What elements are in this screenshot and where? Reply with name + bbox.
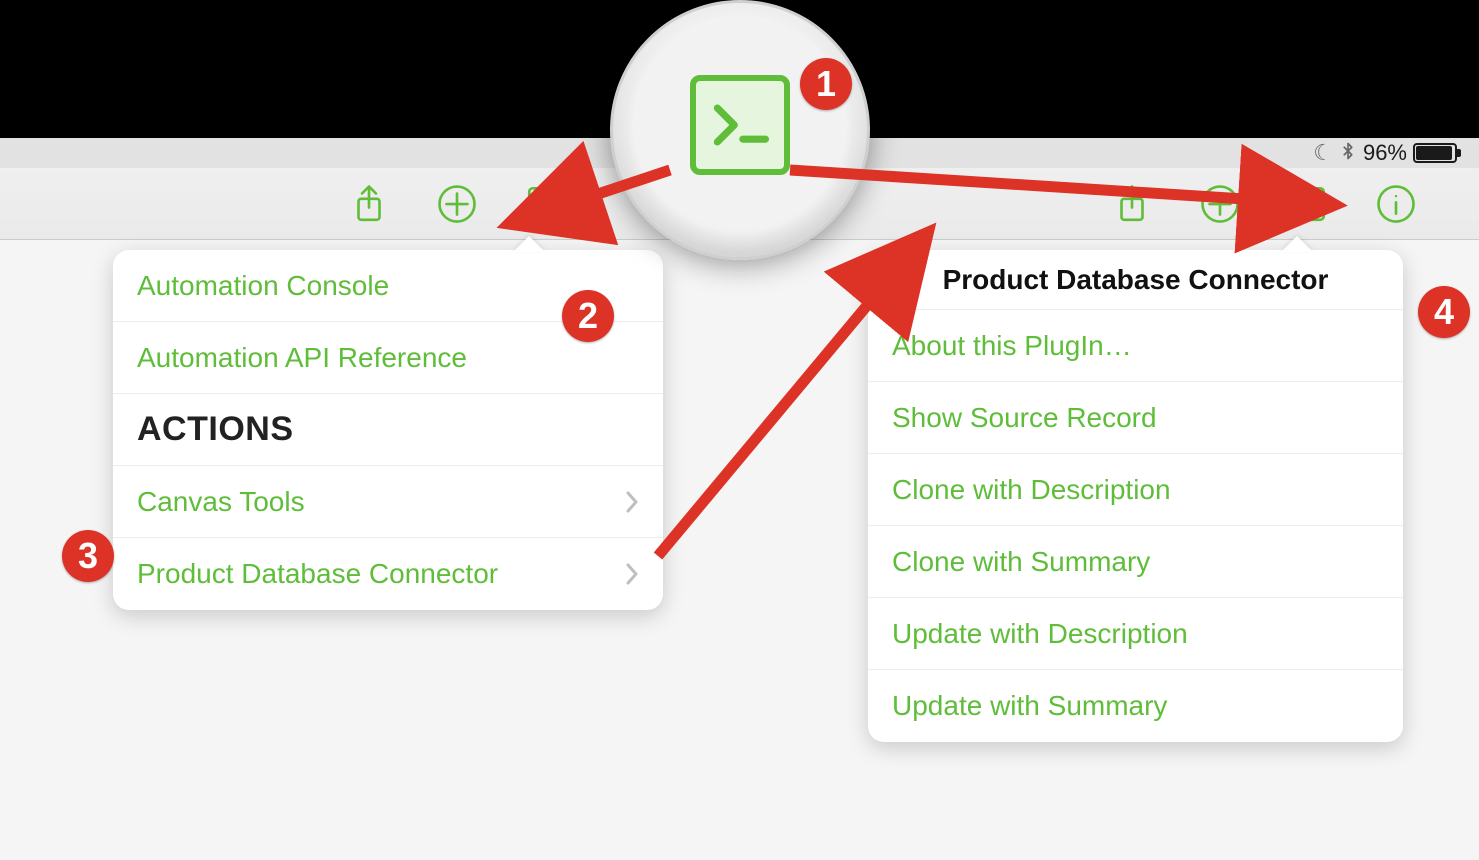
share-icon[interactable] xyxy=(348,183,390,225)
status-right: ☾ 96% xyxy=(1313,140,1457,166)
menu-item-label: Canvas Tools xyxy=(137,486,305,518)
action-label: Clone with Summary xyxy=(892,546,1150,578)
action-update-with-description[interactable]: Update with Description xyxy=(868,598,1403,670)
automation-console-icon[interactable] xyxy=(1287,183,1329,225)
menu-section-header-actions: ACTIONS xyxy=(113,394,663,466)
chevron-right-icon xyxy=(625,562,639,586)
callout-number: 4 xyxy=(1434,291,1454,333)
callout-1: 1 xyxy=(800,58,852,110)
action-show-source-record[interactable]: Show Source Record xyxy=(868,382,1403,454)
menu-item-canvas-tools[interactable]: Canvas Tools xyxy=(113,466,663,538)
callout-number: 1 xyxy=(816,63,836,105)
action-about-plugin[interactable]: About this PlugIn… xyxy=(868,310,1403,382)
back-button[interactable] xyxy=(886,265,904,295)
action-clone-with-description[interactable]: Clone with Description xyxy=(868,454,1403,526)
share-icon[interactable] xyxy=(1111,183,1153,225)
automation-console-icon[interactable] xyxy=(524,183,566,225)
terminal-icon xyxy=(690,75,790,175)
callout-4: 4 xyxy=(1418,286,1470,338)
callout-3: 3 xyxy=(62,530,114,582)
callout-number: 3 xyxy=(78,535,98,577)
callout-2: 2 xyxy=(562,290,614,342)
plus-circle-icon[interactable] xyxy=(1199,183,1241,225)
action-label: About this PlugIn… xyxy=(892,330,1132,362)
bluetooth-icon xyxy=(1339,140,1357,166)
action-label: Update with Description xyxy=(892,618,1188,650)
menu-section-header-label: ACTIONS xyxy=(137,410,294,449)
action-clone-with-summary[interactable]: Clone with Summary xyxy=(868,526,1403,598)
plus-circle-icon[interactable] xyxy=(436,183,478,225)
toolbar-group-right xyxy=(1111,183,1417,225)
menu-item-label: Automation Console xyxy=(137,270,389,302)
plugin-actions-popover: Product Database Connector About this Pl… xyxy=(868,250,1403,742)
menu-item-label: Product Database Connector xyxy=(137,558,498,590)
menu-item-label: Automation API Reference xyxy=(137,342,467,374)
action-label: Update with Summary xyxy=(892,690,1167,722)
menu-item-product-database-connector[interactable]: Product Database Connector xyxy=(113,538,663,610)
magnifier-callout xyxy=(610,0,870,260)
do-not-disturb-icon: ☾ xyxy=(1313,140,1333,166)
battery-icon xyxy=(1413,143,1457,163)
action-label: Show Source Record xyxy=(892,402,1157,434)
battery-percentage: 96% xyxy=(1363,140,1407,166)
action-label: Clone with Description xyxy=(892,474,1171,506)
popover-title: Product Database Connector xyxy=(868,264,1403,296)
toolbar-group-left xyxy=(348,183,566,225)
action-update-with-summary[interactable]: Update with Summary xyxy=(868,670,1403,742)
popover-header: Product Database Connector xyxy=(868,250,1403,310)
chevron-right-icon xyxy=(625,490,639,514)
info-icon[interactable] xyxy=(1375,183,1417,225)
callout-number: 2 xyxy=(578,295,598,337)
